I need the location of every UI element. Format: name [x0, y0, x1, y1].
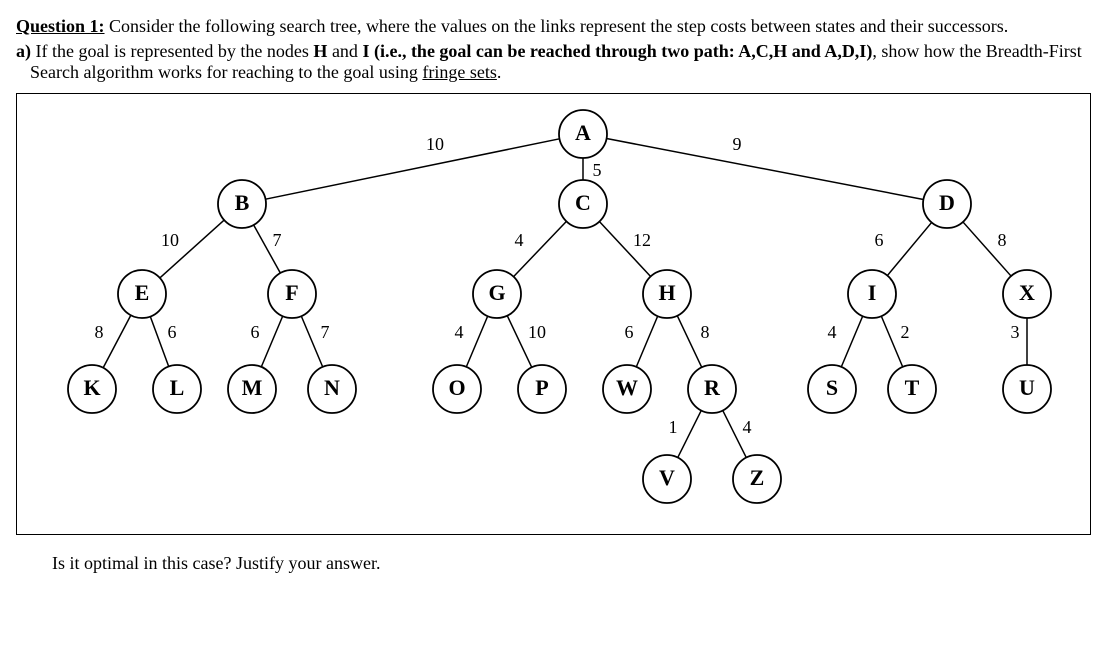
edge-cost-label: 6	[625, 322, 634, 342]
tree-edge	[150, 317, 168, 367]
edge-cost-label: 4	[743, 417, 752, 437]
tree-edge	[301, 316, 322, 367]
part-a-mid1: and	[327, 41, 362, 61]
tree-node-label: Z	[750, 465, 765, 490]
tree-edge	[881, 316, 902, 367]
tree-diagram-box: 10 5 9 10 7 4 12 6 8 8 6 6 7 4 10 6 8 4 2 3 1 4 A B C D E F G H I X K L M N…	[16, 93, 1091, 535]
tree-edge	[466, 316, 487, 367]
tree-node-label: A	[575, 120, 591, 145]
part-a-h: H	[313, 41, 327, 61]
part-a: a) If the goal is represented by the nod…	[30, 41, 1091, 83]
tree-node-label: F	[285, 280, 298, 305]
tree-edge	[607, 139, 924, 200]
tree-edge	[678, 410, 702, 457]
tree-node-label: D	[939, 190, 955, 215]
tree-edge	[887, 222, 931, 275]
edge-cost-label: 3	[1011, 322, 1020, 342]
part-a-fringe: fringe sets	[422, 62, 496, 82]
tree-node-label: R	[704, 375, 721, 400]
tree-node-label: K	[83, 375, 100, 400]
part-a-bold-paths: (i.e., the goal can be reached through t…	[369, 41, 872, 61]
edge-cost-label: 7	[273, 230, 282, 250]
part-a-period: .	[497, 62, 502, 82]
tree-node-label: I	[868, 280, 877, 305]
tree-edge	[266, 139, 560, 199]
tree-node-label: X	[1019, 280, 1035, 305]
tree-node-label: H	[658, 280, 675, 305]
edge-cost-label: 8	[95, 322, 104, 342]
edge-cost-label: 8	[701, 322, 710, 342]
tree-node-label: G	[488, 280, 505, 305]
edge-cost-label: 4	[828, 322, 837, 342]
tree-node-label: U	[1019, 375, 1035, 400]
edge-cost-label: 6	[875, 230, 884, 250]
edge-cost-label: 10	[161, 230, 179, 250]
tree-node-label: V	[659, 465, 675, 490]
tree-node-label: E	[135, 280, 150, 305]
tree-node-label: B	[235, 190, 250, 215]
edge-cost-label: 4	[515, 230, 524, 250]
footer-question: Is it optimal in this case? Justify your…	[52, 553, 1091, 574]
tree-edge	[841, 316, 862, 367]
tree-node-label: T	[905, 375, 920, 400]
edge-cost-label: 9	[733, 134, 742, 154]
tree-node-label: M	[242, 375, 263, 400]
part-a-prefix: If the goal is represented by the nodes	[31, 41, 313, 61]
edge-cost-label: 10	[528, 322, 546, 342]
tree-diagram: 10 5 9 10 7 4 12 6 8 8 6 6 7 4 10 6 8 4 2 3 1 4 A B C D E F G H I X K L M N…	[17, 94, 1090, 534]
tree-node-label: C	[575, 190, 591, 215]
edge-cost-label: 5	[593, 160, 602, 180]
tree-node-label: O	[448, 375, 465, 400]
edge-cost-label: 10	[426, 134, 444, 154]
edge-cost-label: 2	[901, 322, 910, 342]
question-intro-text: Consider the following search tree, wher…	[105, 16, 1009, 36]
edge-cost-label: 6	[168, 322, 177, 342]
tree-edge	[636, 316, 657, 367]
edge-cost-label: 6	[251, 322, 260, 342]
tree-node-label: L	[170, 375, 185, 400]
edge-cost-label: 8	[998, 230, 1007, 250]
question-intro: Question 1: Consider the following searc…	[16, 16, 1091, 37]
part-a-label: a)	[16, 41, 31, 61]
question-label: Question 1:	[16, 16, 105, 36]
tree-edge	[103, 315, 131, 368]
tree-edge	[677, 316, 701, 368]
edge-cost-label: 1	[669, 417, 678, 437]
tree-node-label: S	[826, 375, 838, 400]
tree-node-label: N	[324, 375, 340, 400]
edge-cost-label: 7	[321, 322, 330, 342]
tree-node-label: W	[616, 375, 638, 400]
tree-edge	[261, 316, 282, 367]
edge-cost-label: 12	[633, 230, 651, 250]
tree-node-label: P	[535, 375, 548, 400]
edge-cost-label: 4	[455, 322, 464, 342]
